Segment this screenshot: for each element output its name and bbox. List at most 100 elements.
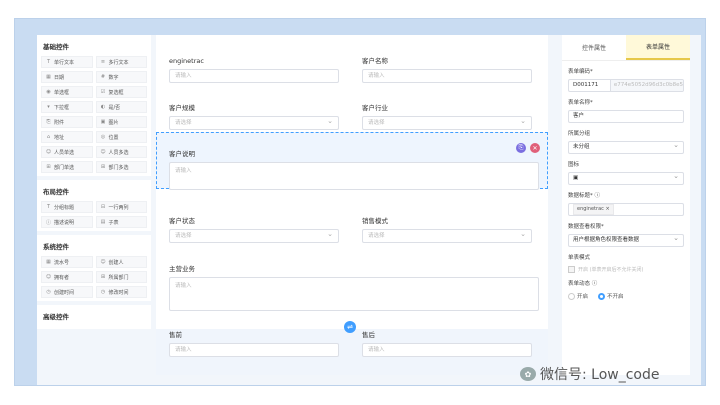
palette-item[interactable]: ▦ 流水号: [41, 256, 93, 268]
palette-item[interactable]: ▾ 下拉框: [41, 101, 93, 113]
palette-item[interactable]: ⊞ 部门多选: [95, 161, 147, 173]
palette-item[interactable]: ◎ 位置: [95, 131, 147, 143]
form-name-input[interactable]: 客户: [568, 110, 684, 123]
field-label: enginetrac: [169, 57, 204, 65]
radio-off[interactable]: 不开启: [598, 292, 624, 300]
customer-name-input[interactable]: 请输入: [362, 69, 532, 83]
palette-item-label: 创建人: [108, 259, 124, 266]
palette-item[interactable]: ☑ 复选框: [95, 86, 147, 98]
palette-item-icon: ⓘ: [45, 219, 51, 226]
field-aftersale[interactable]: 售后 请输入: [362, 331, 532, 357]
field-label: 主营业务: [169, 265, 195, 273]
radio-on[interactable]: 开启: [568, 292, 588, 300]
palette-item-label: 复选框: [108, 89, 124, 96]
palette-item-label: 分组标题: [54, 204, 75, 211]
copy-field-icon[interactable]: ⎘: [516, 143, 526, 153]
sales-mode-select[interactable]: 请选择: [362, 228, 532, 243]
palette-item[interactable]: ☺ 人员多选: [95, 146, 147, 158]
field-customer-status[interactable]: 客户状态 请选择: [169, 217, 339, 243]
mode-label: 单表模式: [568, 255, 591, 261]
palette-item[interactable]: ⊞ 所属部门: [95, 271, 147, 283]
customer-desc-textarea[interactable]: 请输入: [169, 162, 539, 190]
palette-group: 基础控件 T 单行文本 ≡ 多行文本 ▦ 日期 # 数字 ◉ 单选框 ☑ 复选框 ▾ 下拉框 ◐ 是/否 ⎘ 附件 ▣…: [37, 35, 151, 176]
single-table-checkbox[interactable]: 开启 (单表开启后不允许关闭): [568, 266, 684, 273]
palette-item[interactable]: ☺ 人员单选: [41, 146, 93, 158]
checkbox-box[interactable]: [568, 266, 575, 273]
field-enginetrac[interactable]: enginetrac 请输入: [169, 57, 339, 83]
palette-item-icon: ⊞: [100, 164, 106, 170]
field-label: 客户行业: [362, 104, 388, 112]
palette-item[interactable]: ◉ 单选框: [41, 86, 93, 98]
palette-item[interactable]: ⎘ 附件: [41, 116, 93, 128]
palette-item[interactable]: ◐ 是/否: [95, 101, 147, 113]
palette-item[interactable]: ▦ 日期: [41, 71, 93, 83]
palette-item[interactable]: ☺ 拥有者: [41, 271, 93, 283]
palette-item-label: 修改时间: [108, 289, 129, 296]
presale-input[interactable]: 请输入: [169, 343, 339, 357]
field-label: 客户状态: [169, 217, 195, 225]
palette-item-icon: ◉: [46, 89, 51, 95]
palette-item-label: 单选框: [54, 89, 70, 96]
enginetrac-input[interactable]: 请输入: [169, 69, 339, 83]
tab-control-props[interactable]: 控件属性: [562, 35, 626, 60]
aftersale-input[interactable]: 请输入: [362, 343, 532, 357]
palette-item[interactable]: ▤ 子表: [95, 216, 147, 228]
palette-item-label: 部门单选: [54, 164, 75, 171]
delete-field-icon[interactable]: ✕: [530, 143, 540, 153]
palette-item[interactable]: ◷ 创建时间: [41, 286, 93, 298]
tab-form-props[interactable]: 表单属性: [626, 35, 690, 60]
field-customer-desc[interactable]: 客户说明 请输入: [169, 150, 539, 190]
properties-panel: 控件属性 表单属性 表单编码* D001171 e774e5052d96d3c0…: [562, 35, 690, 375]
palette-item[interactable]: ⊟ 一行两列: [95, 201, 147, 213]
customer-scale-select[interactable]: 请选择: [169, 115, 339, 130]
field-customer-name[interactable]: 客户名称 请输入: [362, 57, 532, 83]
customer-industry-select[interactable]: 请选择: [362, 115, 532, 130]
palette-item-icon: ⎘: [46, 119, 51, 125]
customer-status-select[interactable]: 请选择: [169, 228, 339, 243]
field-main-business[interactable]: 主营业务 请输入: [169, 265, 539, 311]
field-customer-scale[interactable]: 客户规模 请选择: [169, 104, 339, 130]
palette-item-icon: ▾: [47, 104, 50, 110]
palette-item-icon: ☺: [45, 274, 52, 280]
palette-item-icon: ◷: [100, 289, 106, 295]
icon-select[interactable]: ▣: [568, 172, 684, 185]
palette-item-icon: ▤: [100, 219, 106, 225]
palette-item[interactable]: ⌂ 地址: [41, 131, 93, 143]
screenshot-frame: 基础控件 T 单行文本 ≡ 多行文本 ▦ 日期 # 数字 ◉ 单选框 ☑ 复选框 ▾ 下拉框 ◐ 是/否 ⎘ 附件 ▣…: [14, 18, 706, 386]
permission-select[interactable]: 用户根据角色权限查看数据: [568, 234, 684, 247]
palette-item[interactable]: T 单行文本: [41, 56, 93, 68]
main-business-textarea[interactable]: 请输入: [169, 277, 539, 311]
palette-item[interactable]: ▣ 图片: [95, 116, 147, 128]
palette-item[interactable]: ◷ 修改时间: [95, 286, 147, 298]
palette-group: 高级控件: [37, 305, 151, 329]
form-designer: 基础控件 T 单行文本 ≡ 多行文本 ▦ 日期 # 数字 ◉ 单选框 ☑ 复选框 ▾ 下拉框 ◐ 是/否 ⎘ 附件 ▣…: [37, 35, 701, 385]
palette-item-icon: ☑: [100, 89, 106, 95]
category-select[interactable]: 未分组: [568, 141, 684, 154]
field-label: 客户规模: [169, 104, 195, 112]
field-presale[interactable]: 售前 请输入: [169, 331, 339, 357]
palette-item-icon: ⊟: [100, 204, 106, 210]
palette-item-label: 部门多选: [108, 164, 129, 171]
palette-item[interactable]: # 数字: [95, 71, 147, 83]
watermark: ✿ 微信号: Low_code: [520, 364, 660, 384]
palette-item[interactable]: ⓘ 描述说明: [41, 216, 93, 228]
field-sales-mode[interactable]: 销售模式 请选择: [362, 217, 532, 243]
field-label: 售前: [169, 331, 182, 339]
palette-item-label: 拥有者: [54, 274, 70, 281]
data-title-tag[interactable]: enginetrac ×: [573, 204, 614, 215]
palette-item[interactable]: ≡ 多行文本: [95, 56, 147, 68]
control-palette: 基础控件 T 单行文本 ≡ 多行文本 ▦ 日期 # 数字 ◉ 单选框 ☑ 复选框 ▾ 下拉框 ◐ 是/否 ⎘ 附件 ▣…: [37, 35, 151, 385]
palette-group-title: 系统控件: [43, 243, 69, 251]
field-customer-industry[interactable]: 客户行业 请选择: [362, 104, 532, 130]
palette-item-icon: ⊞: [46, 164, 51, 170]
palette-item-label: 流水号: [54, 259, 70, 266]
palette-item-icon: ☺: [100, 259, 106, 265]
palette-group-title: 布局控件: [43, 188, 69, 196]
data-title-select[interactable]: enginetrac ×: [568, 203, 684, 216]
palette-item[interactable]: T 分组标题: [41, 201, 93, 213]
palette-item-label: 数字: [108, 74, 119, 81]
palette-item[interactable]: ⊞ 部门单选: [41, 161, 93, 173]
form-code-prefix: D001171: [573, 80, 611, 91]
palette-item[interactable]: ☺ 创建人: [95, 256, 147, 268]
swap-columns-icon[interactable]: ⇌: [344, 321, 356, 333]
